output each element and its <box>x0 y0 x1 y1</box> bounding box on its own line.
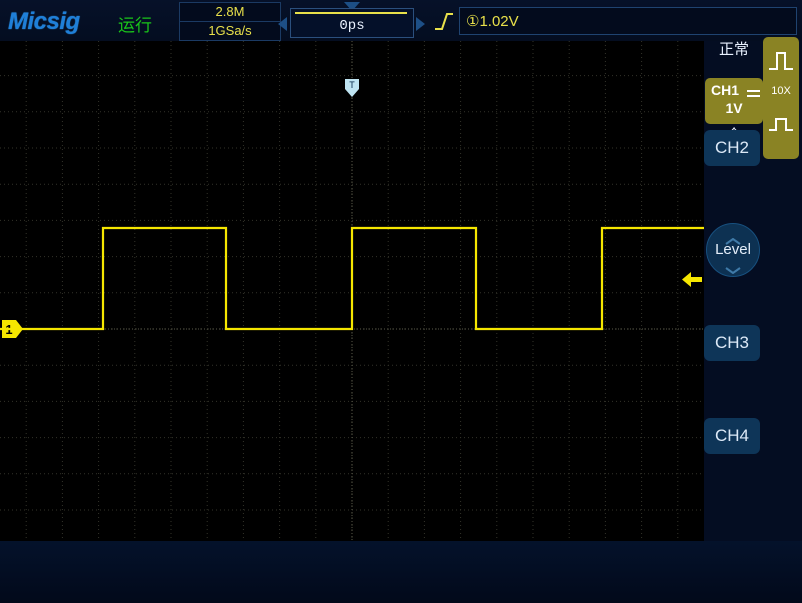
memory-span-bar <box>295 12 407 14</box>
memory-depth-value: 2.8M <box>180 3 280 22</box>
sample-rate-value: 1GSa/s <box>208 23 252 38</box>
run-state-label[interactable]: 运行 <box>118 11 152 36</box>
chevron-down-icon[interactable] <box>725 261 741 275</box>
channel1-settings-button[interactable]: CH1 1V <box>705 78 763 124</box>
trigger-mode-label[interactable]: 正常 <box>704 38 764 59</box>
acquisition-info-box[interactable]: 2.8M 1GSa/s <box>179 2 281 41</box>
channel4-button[interactable]: CH4 <box>704 418 760 454</box>
time-position-right-arrow[interactable] <box>416 17 425 31</box>
trigger-info-box[interactable]: ①1.02V <box>459 7 797 35</box>
pulse-narrow-icon[interactable] <box>767 47 795 75</box>
pulse-wide-icon[interactable] <box>767 110 795 138</box>
trigger-level-value: ①1.02V <box>466 13 519 30</box>
channel2-button[interactable]: CH2 <box>704 130 760 166</box>
bottom-toolbar: 微调 快速 保存 200us <box>0 541 802 603</box>
waveform-plot-area[interactable]: T 1 <box>0 41 705 541</box>
trigger-level-label: Level <box>715 241 751 258</box>
brand-logo: Micsig <box>8 8 80 35</box>
channel1-volts-per-div: 1V <box>725 100 743 116</box>
dc-coupling-icon <box>747 85 760 97</box>
chevron-up-icon[interactable] <box>725 232 741 245</box>
channel3-button[interactable]: CH3 <box>704 325 760 361</box>
probe-attenuation-panel[interactable]: 10X <box>763 37 799 159</box>
oscilloscope-screen: Micsig 运行 2.8M 1GSa/s 0ps ①1.02V T 1 正常 … <box>0 0 802 603</box>
trigger-level-knob[interactable]: Level <box>706 223 760 277</box>
time-position-bar[interactable]: 0ps <box>290 8 414 38</box>
top-status-bar: Micsig 运行 2.8M 1GSa/s 0ps ①1.02V <box>0 0 802 41</box>
time-position-value: 0ps <box>339 18 365 34</box>
probe-attenuation-value: 10X <box>771 85 791 97</box>
rising-edge-icon[interactable] <box>433 10 455 32</box>
time-position-left-arrow[interactable] <box>278 17 287 31</box>
channel1-label: CH1 <box>711 82 740 98</box>
channel1-waveform <box>0 226 704 331</box>
